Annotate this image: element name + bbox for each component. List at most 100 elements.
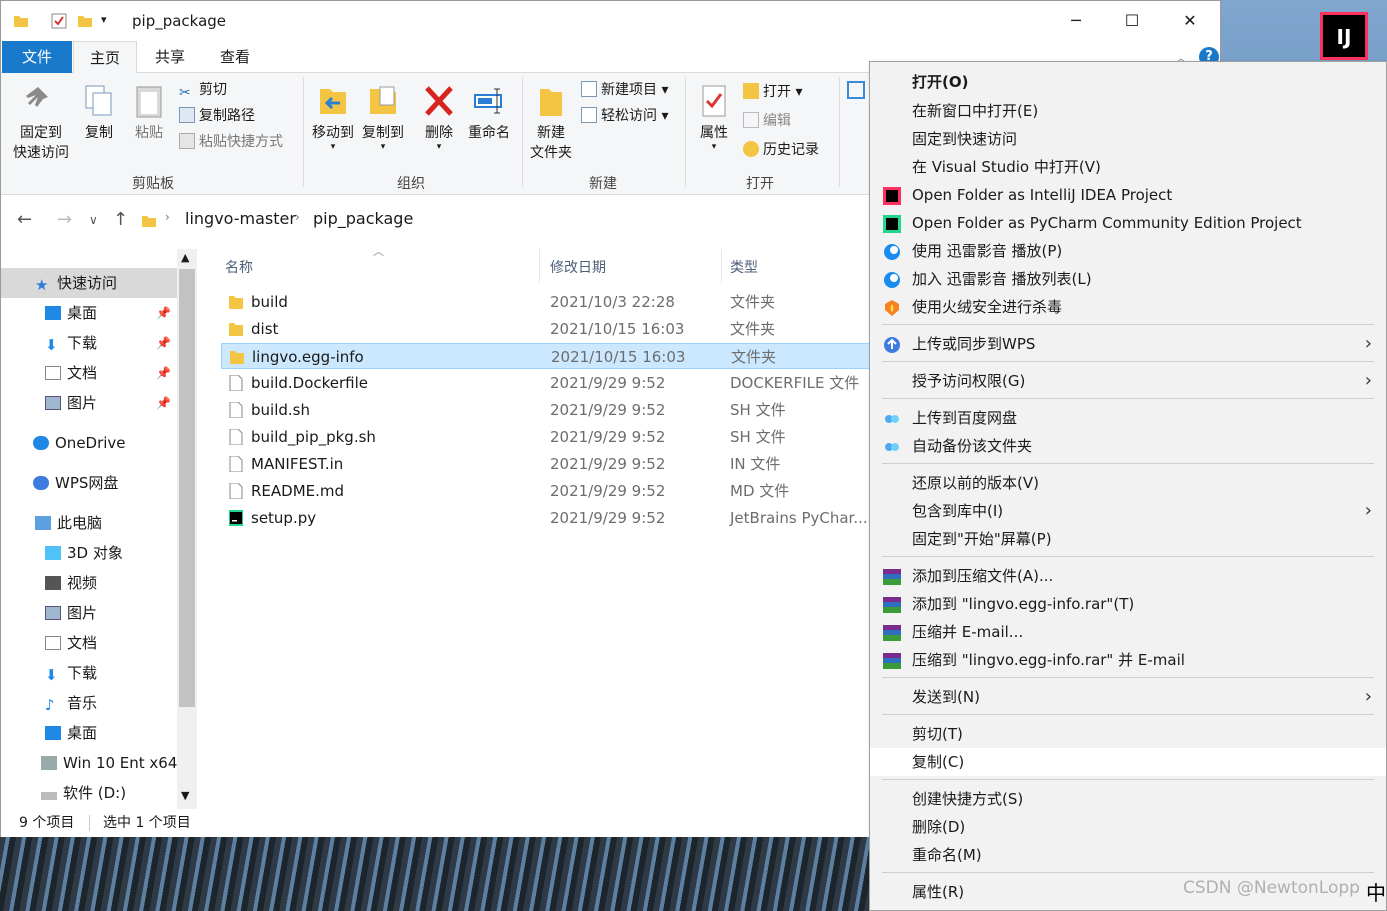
pin-to-quick-access-button[interactable]: 固定到 快速访问 [9, 83, 73, 163]
paste-shortcut-button[interactable]: 粘贴快捷方式 [179, 131, 283, 153]
menu-item-cut[interactable]: 剪切(T) [870, 720, 1386, 748]
file-row[interactable]: build.Dockerfile 2021/9/29 9:52 DOCKERFILE… [221, 370, 871, 396]
menu-item-copy[interactable]: 复制(C) [870, 748, 1386, 776]
intellij-desktop-icon[interactable]: IJ [1320, 12, 1368, 60]
menu-item-wps-sync[interactable]: 上传或同步到WPS › [870, 330, 1386, 358]
column-divider[interactable] [721, 249, 722, 283]
scroll-up-icon[interactable]: ▲ [181, 251, 189, 264]
nav-item-documents[interactable]: 文档 [1, 628, 177, 658]
select-all-icon[interactable] [847, 81, 865, 99]
up-arrow-icon[interactable]: ↑ [113, 209, 128, 230]
back-arrow-icon[interactable]: ← [17, 209, 32, 230]
paste-button[interactable]: 粘贴 [129, 83, 169, 143]
edit-button[interactable]: 编辑 [743, 110, 791, 132]
file-row[interactable]: build 2021/10/3 22:28 文件夹 [221, 289, 871, 315]
menu-item-pin-quick-access[interactable]: 固定到快速访问 [870, 125, 1386, 153]
menu-item-open-intellij[interactable]: Open Folder as IntelliJ IDEA Project [870, 181, 1386, 209]
quick-access-dropdown-icon[interactable]: ▾ [101, 13, 107, 26]
address-field[interactable]: › lingvo-master › pip_package [135, 203, 871, 239]
nav-item-this-pc[interactable]: 此电脑 [1, 508, 177, 538]
breadcrumb-lingvo-master[interactable]: lingvo-master [185, 209, 296, 228]
file-row[interactable]: MANIFEST.in 2021/9/29 9:52 IN 文件 [221, 451, 871, 477]
menu-item-open-pycharm[interactable]: Open Folder as PyCharm Community Edition… [870, 209, 1386, 237]
tab-home[interactable]: 主页 [73, 41, 137, 73]
nav-scrollbar-thumb[interactable] [179, 269, 195, 707]
close-button[interactable]: ✕ [1161, 1, 1219, 41]
tab-share[interactable]: 共享 [139, 41, 201, 73]
tab-file[interactable]: 文件 [2, 41, 72, 73]
minimize-button[interactable]: ─ [1047, 1, 1105, 41]
column-header-date[interactable]: 修改日期 [550, 257, 606, 277]
nav-item-pictures-pinned[interactable]: 图片 📌 [1, 388, 177, 418]
menu-item-rename[interactable]: 重命名(M) [870, 841, 1386, 869]
nav-item-quick-access[interactable]: ★ 快速访问 [1, 268, 177, 298]
menu-item-open-new-window[interactable]: 在新窗口中打开(E) [870, 97, 1386, 125]
file-row[interactable]: dist 2021/10/15 16:03 文件夹 [221, 316, 871, 342]
nav-item-drive-d[interactable]: 软件 (D:) [1, 778, 177, 808]
properties-check-icon[interactable] [51, 13, 67, 29]
menu-item-compress-email[interactable]: 压缩并 E-mail... [870, 618, 1386, 646]
easy-access-button[interactable]: 轻松访问 ▾ [581, 105, 668, 127]
copy-path-button[interactable]: 复制路径 [179, 105, 255, 127]
menu-item-delete[interactable]: 删除(D) [870, 813, 1386, 841]
copy-to-button[interactable]: 复制到 ▾ [359, 83, 407, 152]
nav-item-3d-objects[interactable]: 3D 对象 [1, 538, 177, 568]
properties-button[interactable]: 属性 ▾ [691, 83, 737, 152]
history-button[interactable]: 历史记录 [743, 139, 819, 161]
menu-item-add-to-archive[interactable]: 添加到压缩文件(A)... [870, 562, 1386, 590]
pin-icon[interactable]: 📌 [156, 358, 171, 388]
scroll-down-icon[interactable]: ▼ [181, 789, 189, 802]
file-row[interactable]: build.sh 2021/9/29 9:52 SH 文件 [221, 397, 871, 423]
nav-item-onedrive[interactable]: OneDrive [1, 428, 177, 458]
menu-item-restore-versions[interactable]: 还原以前的版本(V) [870, 469, 1386, 497]
nav-item-downloads-pinned[interactable]: ⬇ 下载 📌 [1, 328, 177, 358]
new-folder-button[interactable]: 新建 文件夹 [525, 83, 577, 163]
menu-item-include-library[interactable]: 包含到库中(I) › [870, 497, 1386, 525]
tab-view[interactable]: 查看 [204, 41, 266, 73]
cut-button[interactable]: ✂ 剪切 [179, 79, 227, 101]
new-item-button[interactable]: 新建项目 ▾ [581, 79, 668, 101]
file-row[interactable]: README.md 2021/9/29 9:52 MD 文件 [221, 478, 871, 504]
open-button[interactable]: 打开 ▾ [743, 81, 802, 103]
menu-item-compress-rar-email[interactable]: 压缩到 "lingvo.egg-info.rar" 并 E-mail [870, 646, 1386, 674]
menu-item-create-shortcut[interactable]: 创建快捷方式(S) [870, 785, 1386, 813]
menu-item-baidu-upload[interactable]: 上传到百度网盘 [870, 404, 1386, 432]
pin-icon[interactable]: 📌 [156, 298, 171, 328]
file-row-selected[interactable]: lingvo.egg-info 2021/10/15 16:03 文件夹 [221, 343, 871, 369]
menu-item-send-to[interactable]: 发送到(N) › [870, 683, 1386, 711]
menu-item-grant-access[interactable]: 授予访问权限(G) › [870, 367, 1386, 395]
nav-item-desktop[interactable]: 桌面 [1, 718, 177, 748]
nav-item-desktop-pinned[interactable]: 桌面 📌 [1, 298, 177, 328]
menu-item-xunlei-playlist[interactable]: 加入 迅雷影音 播放列表(L) [870, 265, 1386, 293]
nav-item-pictures[interactable]: 图片 [1, 598, 177, 628]
file-row[interactable]: build_pip_pkg.sh 2021/9/29 9:52 SH 文件 [221, 424, 871, 450]
file-row[interactable]: setup.py 2021/9/29 9:52 JetBrains PyChar..… [221, 505, 871, 531]
column-header-name[interactable]: 名称 [225, 257, 253, 277]
menu-item-huorong-scan[interactable]: 使用火绒安全进行杀毒 [870, 293, 1386, 321]
menu-item-xunlei-play[interactable]: 使用 迅雷影音 播放(P) [870, 237, 1386, 265]
menu-item-pin-start[interactable]: 固定到"开始"屏幕(P) [870, 525, 1386, 553]
forward-arrow-icon[interactable]: → [57, 209, 72, 230]
nav-item-music[interactable]: ♪ 音乐 [1, 688, 177, 718]
new-folder-icon[interactable] [77, 13, 93, 29]
rename-button[interactable]: 重命名 [465, 83, 513, 143]
move-to-button[interactable]: 移动到 ▾ [309, 83, 357, 152]
column-divider[interactable] [539, 249, 540, 283]
pin-icon[interactable]: 📌 [156, 328, 171, 358]
menu-item-open-visual-studio[interactable]: 在 Visual Studio 中打开(V) [870, 153, 1386, 181]
nav-item-network-drive[interactable]: Win 10 Ent x64 [1, 748, 177, 778]
recent-locations-chevron-icon[interactable]: ∨ [89, 213, 98, 227]
delete-button[interactable]: 删除 ▾ [419, 83, 459, 152]
breadcrumb-pip-package[interactable]: pip_package [313, 209, 413, 228]
nav-item-downloads[interactable]: ⬇ 下载 [1, 658, 177, 688]
menu-item-add-to-rar[interactable]: 添加到 "lingvo.egg-info.rar"(T) [870, 590, 1386, 618]
nav-item-wps-drive[interactable]: WPS网盘 [1, 468, 177, 498]
menu-item-baidu-backup[interactable]: 自动备份该文件夹 [870, 432, 1386, 460]
ime-indicator[interactable]: 中 [1366, 877, 1386, 906]
nav-item-documents-pinned[interactable]: 文档 📌 [1, 358, 177, 388]
pin-icon[interactable]: 📌 [156, 388, 171, 418]
maximize-button[interactable]: ☐ [1103, 1, 1161, 41]
nav-item-videos[interactable]: 视频 [1, 568, 177, 598]
column-header-type[interactable]: 类型 [730, 257, 758, 277]
menu-item-open[interactable]: 打开(O) [870, 68, 1386, 96]
